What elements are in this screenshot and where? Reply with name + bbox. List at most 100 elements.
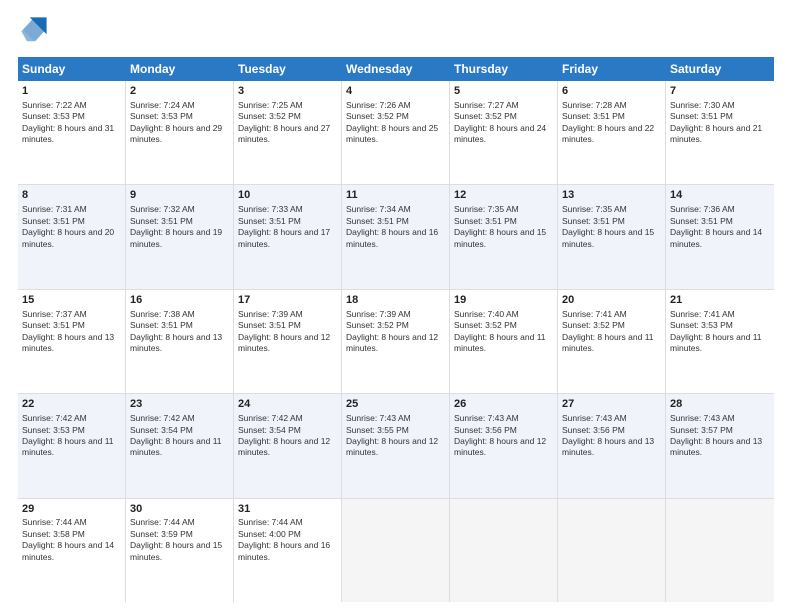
daylight-label: Daylight: 8 hours and 15 minutes. (562, 227, 654, 248)
sunrise-label: Sunrise: 7:44 AM (238, 517, 303, 527)
week-row-3: 15 Sunrise: 7:37 AM Sunset: 3:51 PM Dayl… (18, 290, 774, 394)
day-number: 7 (670, 84, 770, 99)
sunrise-label: Sunrise: 7:22 AM (22, 100, 87, 110)
daylight-label: Daylight: 8 hours and 11 minutes. (130, 436, 222, 457)
logo-icon (20, 16, 48, 44)
sunrise-label: Sunrise: 7:44 AM (22, 517, 87, 527)
sunrise-label: Sunrise: 7:26 AM (346, 100, 411, 110)
sunset-label: Sunset: 3:51 PM (562, 216, 625, 226)
sunset-label: Sunset: 3:52 PM (454, 111, 517, 121)
daylight-label: Daylight: 8 hours and 19 minutes. (130, 227, 222, 248)
day-number: 16 (130, 293, 229, 308)
sunrise-label: Sunrise: 7:25 AM (238, 100, 303, 110)
calendar-body: 1 Sunrise: 7:22 AM Sunset: 3:53 PM Dayli… (18, 81, 774, 602)
sunset-label: Sunset: 3:56 PM (562, 425, 625, 435)
day-number: 23 (130, 397, 229, 412)
calendar-header: SundayMondayTuesdayWednesdayThursdayFrid… (18, 57, 774, 81)
cal-cell: 6 Sunrise: 7:28 AM Sunset: 3:51 PM Dayli… (558, 81, 666, 184)
day-number: 1 (22, 84, 121, 99)
day-number: 24 (238, 397, 337, 412)
header-day-wednesday: Wednesday (342, 57, 450, 81)
sunset-label: Sunset: 3:51 PM (562, 111, 625, 121)
sunrise-label: Sunrise: 7:34 AM (346, 204, 411, 214)
cal-cell: 29 Sunrise: 7:44 AM Sunset: 3:58 PM Dayl… (18, 499, 126, 602)
cal-cell: 15 Sunrise: 7:37 AM Sunset: 3:51 PM Dayl… (18, 290, 126, 393)
day-number: 31 (238, 502, 337, 517)
sunset-label: Sunset: 3:58 PM (22, 529, 85, 539)
cal-cell: 1 Sunrise: 7:22 AM Sunset: 3:53 PM Dayli… (18, 81, 126, 184)
daylight-label: Daylight: 8 hours and 15 minutes. (130, 540, 222, 561)
cal-cell (666, 499, 774, 602)
cal-cell: 2 Sunrise: 7:24 AM Sunset: 3:53 PM Dayli… (126, 81, 234, 184)
cal-cell: 27 Sunrise: 7:43 AM Sunset: 3:56 PM Dayl… (558, 394, 666, 497)
sunrise-label: Sunrise: 7:43 AM (346, 413, 411, 423)
cal-cell: 26 Sunrise: 7:43 AM Sunset: 3:56 PM Dayl… (450, 394, 558, 497)
day-number: 11 (346, 188, 445, 203)
day-number: 10 (238, 188, 337, 203)
sunset-label: Sunset: 3:51 PM (22, 216, 85, 226)
cal-cell: 8 Sunrise: 7:31 AM Sunset: 3:51 PM Dayli… (18, 185, 126, 288)
cal-cell: 13 Sunrise: 7:35 AM Sunset: 3:51 PM Dayl… (558, 185, 666, 288)
sunrise-label: Sunrise: 7:36 AM (670, 204, 735, 214)
daylight-label: Daylight: 8 hours and 27 minutes. (238, 123, 330, 144)
sunrise-label: Sunrise: 7:30 AM (670, 100, 735, 110)
daylight-label: Daylight: 8 hours and 13 minutes. (130, 332, 222, 353)
page: SundayMondayTuesdayWednesdayThursdayFrid… (0, 0, 792, 612)
day-number: 28 (670, 397, 770, 412)
cal-cell: 17 Sunrise: 7:39 AM Sunset: 3:51 PM Dayl… (234, 290, 342, 393)
sunset-label: Sunset: 3:56 PM (454, 425, 517, 435)
calendar: SundayMondayTuesdayWednesdayThursdayFrid… (18, 57, 774, 602)
day-number: 4 (346, 84, 445, 99)
header-day-thursday: Thursday (450, 57, 558, 81)
daylight-label: Daylight: 8 hours and 11 minutes. (670, 332, 762, 353)
sunset-label: Sunset: 3:51 PM (238, 216, 301, 226)
daylight-label: Daylight: 8 hours and 13 minutes. (670, 436, 762, 457)
sunset-label: Sunset: 3:53 PM (22, 111, 85, 121)
day-number: 18 (346, 293, 445, 308)
sunset-label: Sunset: 3:55 PM (346, 425, 409, 435)
sunset-label: Sunset: 3:51 PM (670, 111, 733, 121)
logo (18, 16, 48, 49)
daylight-label: Daylight: 8 hours and 25 minutes. (346, 123, 438, 144)
sunrise-label: Sunrise: 7:35 AM (454, 204, 519, 214)
daylight-label: Daylight: 8 hours and 13 minutes. (562, 436, 654, 457)
sunset-label: Sunset: 3:53 PM (130, 111, 193, 121)
sunrise-label: Sunrise: 7:43 AM (670, 413, 735, 423)
cal-cell: 25 Sunrise: 7:43 AM Sunset: 3:55 PM Dayl… (342, 394, 450, 497)
sunset-label: Sunset: 3:51 PM (670, 216, 733, 226)
sunrise-label: Sunrise: 7:40 AM (454, 309, 519, 319)
sunrise-label: Sunrise: 7:43 AM (454, 413, 519, 423)
cal-cell: 21 Sunrise: 7:41 AM Sunset: 3:53 PM Dayl… (666, 290, 774, 393)
sunrise-label: Sunrise: 7:44 AM (130, 517, 195, 527)
day-number: 5 (454, 84, 553, 99)
day-number: 26 (454, 397, 553, 412)
sunrise-label: Sunrise: 7:38 AM (130, 309, 195, 319)
cal-cell: 10 Sunrise: 7:33 AM Sunset: 3:51 PM Dayl… (234, 185, 342, 288)
sunrise-label: Sunrise: 7:39 AM (238, 309, 303, 319)
day-number: 14 (670, 188, 770, 203)
sunrise-label: Sunrise: 7:43 AM (562, 413, 627, 423)
sunset-label: Sunset: 3:52 PM (562, 320, 625, 330)
day-number: 15 (22, 293, 121, 308)
week-row-1: 1 Sunrise: 7:22 AM Sunset: 3:53 PM Dayli… (18, 81, 774, 185)
daylight-label: Daylight: 8 hours and 20 minutes. (22, 227, 114, 248)
daylight-label: Daylight: 8 hours and 15 minutes. (454, 227, 546, 248)
cal-cell: 30 Sunrise: 7:44 AM Sunset: 3:59 PM Dayl… (126, 499, 234, 602)
cal-cell: 18 Sunrise: 7:39 AM Sunset: 3:52 PM Dayl… (342, 290, 450, 393)
daylight-label: Daylight: 8 hours and 16 minutes. (238, 540, 330, 561)
sunrise-label: Sunrise: 7:33 AM (238, 204, 303, 214)
sunset-label: Sunset: 3:52 PM (346, 111, 409, 121)
cal-cell: 12 Sunrise: 7:35 AM Sunset: 3:51 PM Dayl… (450, 185, 558, 288)
day-number: 8 (22, 188, 121, 203)
cal-cell: 28 Sunrise: 7:43 AM Sunset: 3:57 PM Dayl… (666, 394, 774, 497)
daylight-label: Daylight: 8 hours and 31 minutes. (22, 123, 114, 144)
sunset-label: Sunset: 3:54 PM (130, 425, 193, 435)
daylight-label: Daylight: 8 hours and 21 minutes. (670, 123, 762, 144)
sunset-label: Sunset: 3:51 PM (238, 320, 301, 330)
sunset-label: Sunset: 3:51 PM (346, 216, 409, 226)
day-number: 17 (238, 293, 337, 308)
cal-cell: 3 Sunrise: 7:25 AM Sunset: 3:52 PM Dayli… (234, 81, 342, 184)
sunset-label: Sunset: 3:52 PM (346, 320, 409, 330)
sunrise-label: Sunrise: 7:28 AM (562, 100, 627, 110)
cal-cell (342, 499, 450, 602)
